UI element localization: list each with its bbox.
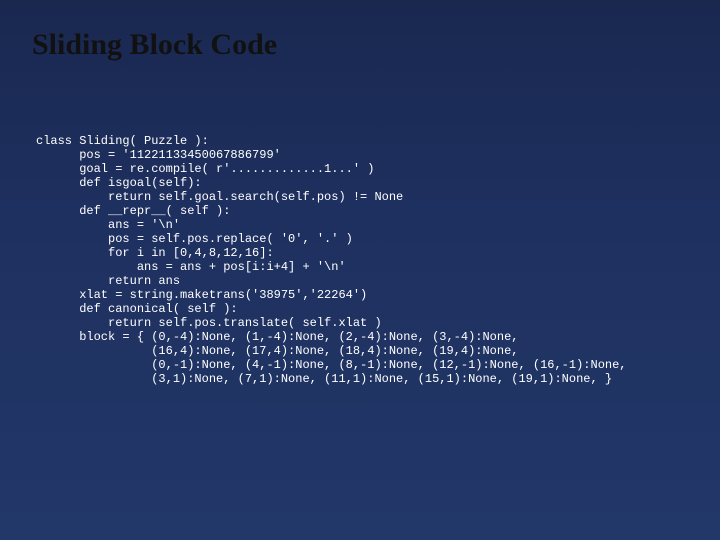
- code-block: class Sliding( Puzzle ): pos = '11221133…: [0, 62, 720, 386]
- slide: Sliding Block Code class Sliding( Puzzle…: [0, 0, 720, 540]
- slide-title: Sliding Block Code: [0, 0, 720, 62]
